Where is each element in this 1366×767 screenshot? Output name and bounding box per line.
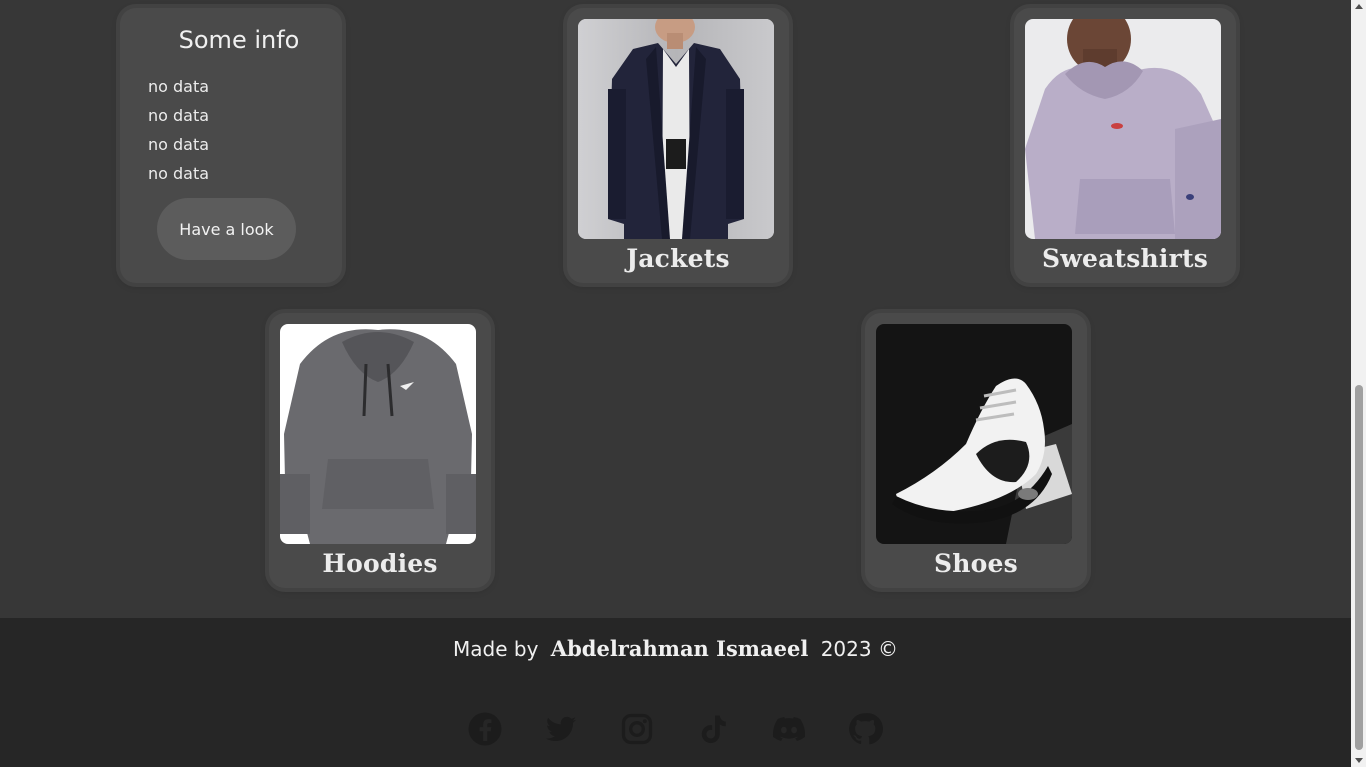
scrollbar-thumb[interactable] — [1355, 385, 1363, 750]
instagram-icon[interactable] — [618, 710, 656, 748]
category-label[interactable]: Hoodies — [269, 549, 491, 578]
facebook-icon[interactable] — [466, 710, 504, 748]
info-item: no data — [148, 135, 210, 154]
category-label[interactable]: Sweatshirts — [1014, 244, 1236, 273]
category-label[interactable]: Jackets — [567, 244, 789, 273]
scroll-up-arrow-icon[interactable] — [1355, 4, 1363, 9]
info-item: no data — [148, 77, 210, 96]
vertical-scrollbar[interactable] — [1351, 0, 1366, 767]
info-card: Some info no data no data no data no dat… — [120, 8, 342, 283]
category-card-hoodies[interactable]: Hoodies — [269, 313, 491, 588]
info-item: no data — [148, 106, 210, 125]
shoe-image[interactable] — [876, 324, 1072, 544]
category-card-jackets[interactable]: Jackets — [567, 8, 789, 283]
copyright-text: 2023 © — [820, 637, 898, 661]
info-list: no data no data no data no data — [148, 72, 209, 188]
author-name: Abdelrahman Ismaeel — [550, 636, 809, 661]
info-title: Some info — [178, 26, 300, 54]
category-label[interactable]: Shoes — [865, 549, 1087, 578]
info-item: no data — [148, 164, 210, 183]
category-card-shoes[interactable]: Shoes — [865, 313, 1087, 588]
social-links — [466, 710, 922, 748]
hoodie-image[interactable] — [280, 324, 476, 544]
discord-icon[interactable] — [770, 710, 808, 748]
page: Some info no data no data no data no dat… — [0, 0, 1351, 767]
made-by-text: Made by — [453, 637, 539, 661]
tiktok-icon[interactable] — [694, 710, 732, 748]
scroll-down-arrow-icon[interactable] — [1355, 758, 1363, 763]
footer-credit: Made by Abdelrahman Ismaeel 2023 © — [0, 636, 1351, 661]
github-icon[interactable] — [846, 710, 884, 748]
sweatshirt-image[interactable] — [1025, 19, 1221, 239]
category-card-sweatshirts[interactable]: Sweatshirts — [1014, 8, 1236, 283]
footer: Made by Abdelrahman Ismaeel 2023 © — [0, 618, 1351, 767]
have-a-look-button[interactable]: Have a look — [157, 198, 296, 260]
twitter-icon[interactable] — [542, 710, 580, 748]
jacket-image[interactable] — [578, 19, 774, 239]
